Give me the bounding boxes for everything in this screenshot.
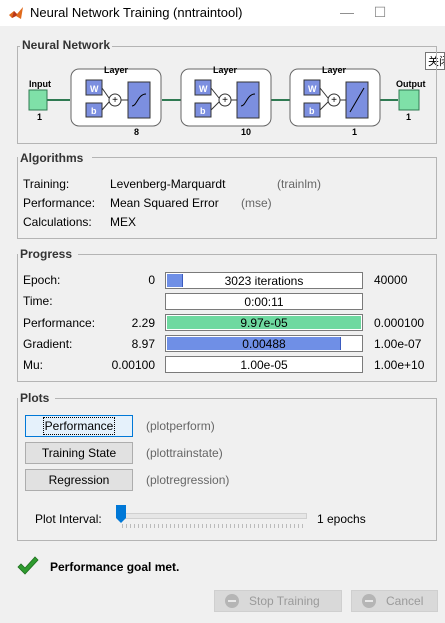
svg-text:+: + xyxy=(331,95,337,106)
performance-bar-text: 9.97e-05 xyxy=(240,316,288,330)
plot-interval-label: Plot Interval: xyxy=(35,512,102,526)
svg-text:+: + xyxy=(222,95,228,106)
checkmark-icon xyxy=(17,556,39,575)
gradient-label: Gradient: xyxy=(23,337,73,351)
plot-interval-slider-thumb[interactable] xyxy=(116,505,126,523)
performance-label: Performance: xyxy=(23,316,96,330)
epoch-bar: 3023 iterations xyxy=(165,272,363,289)
mu-bar-text: 1.00e-05 xyxy=(240,358,288,372)
epoch-start: 0 xyxy=(148,273,155,287)
layer-1-label: Layer xyxy=(104,65,129,75)
matlab-logo-icon xyxy=(9,7,23,19)
gradient-end: 1.00e-07 xyxy=(374,337,422,351)
time-bar-text: 0:00:11 xyxy=(244,295,284,309)
algo-calculations-label: Calculations: xyxy=(23,215,92,229)
performance-end: 0.000100 xyxy=(374,316,425,330)
svg-text:+: + xyxy=(112,95,118,106)
plot-interval-ticks xyxy=(122,524,305,528)
gradient-bar-text: 0.00488 xyxy=(242,337,286,351)
layer-2-label: Layer xyxy=(213,65,238,75)
algo-training-label: Training: xyxy=(23,177,70,191)
layer-2-weight: W xyxy=(199,84,208,94)
plots-sep xyxy=(55,398,437,399)
algo-training-value: Levenberg-Marquardt xyxy=(110,177,226,191)
window-title: Neural Network Training (nntraintool) xyxy=(30,5,243,20)
mu-start: 0.00100 xyxy=(111,358,155,372)
algorithms-sep xyxy=(92,157,437,158)
layer-2-size: 10 xyxy=(241,127,252,137)
input-size: 1 xyxy=(37,112,43,122)
network-title: Neural Network xyxy=(20,38,113,52)
cancel-label: Cancel xyxy=(386,594,424,608)
output-label: Output xyxy=(396,79,426,89)
output-size: 1 xyxy=(406,112,412,122)
cancel-button[interactable]: Cancel xyxy=(351,590,438,612)
plot-interval-value: 1 epochs xyxy=(317,512,366,526)
progress-sep xyxy=(78,254,437,255)
algo-training-code: (trainlm) xyxy=(277,177,321,191)
plot-interval-track[interactable] xyxy=(120,513,307,519)
gradient-bar: 0.00488 xyxy=(165,335,363,352)
stop-icon xyxy=(225,594,239,608)
layer-1-bias: b xyxy=(91,106,97,116)
layer-1-weight: W xyxy=(90,84,99,94)
layer-2-bias: b xyxy=(200,106,206,116)
layer-1-size: 8 xyxy=(134,127,140,137)
layer-3-bias: b xyxy=(309,106,315,116)
epoch-end: 40000 xyxy=(374,273,408,287)
time-label: Time: xyxy=(23,294,53,308)
mu-label: Mu: xyxy=(23,358,44,372)
algo-performance-code: (mse) xyxy=(241,196,272,210)
plot-training-state-button[interactable]: Training State xyxy=(25,442,133,464)
performance-bar: 9.97e-05 xyxy=(165,314,363,331)
mu-bar: 1.00e-05 xyxy=(165,356,363,373)
layer-3-weight: W xyxy=(308,84,317,94)
maximize-button[interactable]: ☐ xyxy=(365,2,395,22)
gradient-start: 8.97 xyxy=(131,337,155,351)
title-bar: Neural Network Training (nntraintool) — … xyxy=(0,0,445,26)
minimize-button[interactable]: — xyxy=(332,2,362,22)
algo-calculations-value: MEX xyxy=(110,215,137,229)
plot-regression-code: (plotregression) xyxy=(146,473,230,487)
layer-3-size: 1 xyxy=(352,127,358,137)
status-text: Performance goal met. xyxy=(50,560,180,574)
algo-performance-value: Mean Squared Error xyxy=(110,196,219,210)
mu-end: 1.00e+10 xyxy=(374,358,425,372)
stop-training-label: Stop Training xyxy=(249,594,320,608)
stop-training-button[interactable]: Stop Training xyxy=(214,590,342,612)
layer-3-label: Layer xyxy=(322,65,347,75)
plot-performance-button[interactable]: Performance xyxy=(25,415,133,437)
plot-performance-code: (plotperform) xyxy=(146,419,215,433)
time-bar: 0:00:11 xyxy=(165,293,363,310)
algo-performance-label: Performance: xyxy=(23,196,96,210)
cancel-icon xyxy=(362,594,376,608)
epoch-label: Epoch: xyxy=(23,273,61,287)
epoch-bar-text: 3023 iterations xyxy=(224,274,304,288)
performance-start: 2.29 xyxy=(131,316,155,330)
plot-regression-button[interactable]: Regression xyxy=(25,469,133,491)
plot-training-state-code: (plottrainstate) xyxy=(146,446,223,460)
input-label: Input xyxy=(29,79,51,89)
